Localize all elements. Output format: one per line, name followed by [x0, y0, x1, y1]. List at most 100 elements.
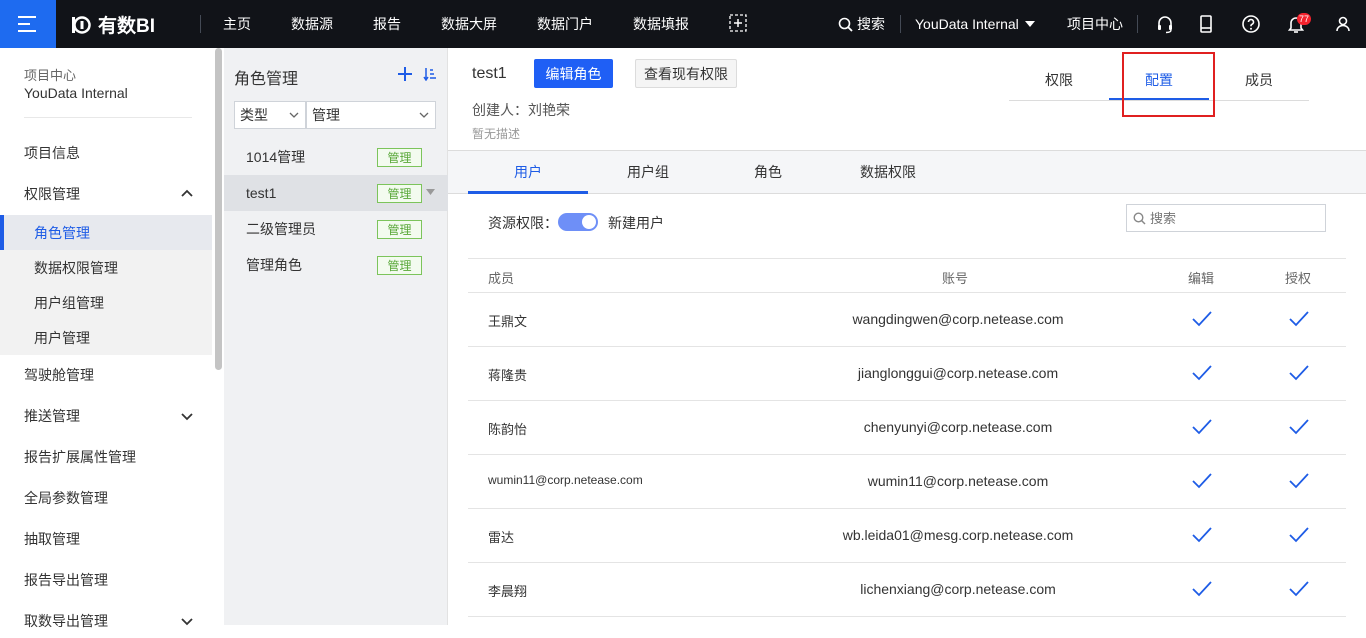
- divider: [200, 15, 201, 33]
- chevron-up-icon: [181, 189, 193, 197]
- nav-report[interactable]: 报告: [373, 0, 401, 48]
- project-switcher[interactable]: YouData Internal: [915, 0, 1035, 48]
- subtab-data-permission[interactable]: 数据权限: [828, 151, 948, 193]
- nav-portal[interactable]: 数据门户: [537, 0, 593, 48]
- edit-check-icon[interactable]: [1191, 364, 1213, 382]
- new-user-toggle[interactable]: [558, 213, 598, 231]
- sidebar-item-role-management[interactable]: 角色管理: [0, 215, 212, 250]
- app-logo[interactable]: 有数BI: [70, 11, 155, 38]
- creator-text: 创建人：刘艳荣: [472, 102, 570, 118]
- role-name: 1014管理: [246, 149, 306, 165]
- member-search-field[interactable]: [1126, 204, 1326, 232]
- role-list-item[interactable]: test1 管理: [224, 175, 448, 211]
- sidebar-item-report-export[interactable]: 报告导出管理: [0, 562, 212, 597]
- chevron-down-icon: [181, 618, 193, 626]
- grant-check-icon[interactable]: [1288, 364, 1310, 382]
- nav-big-screen[interactable]: 数据大屏: [441, 0, 497, 48]
- caret-down-icon: [1024, 21, 1035, 27]
- sidebar-item-usergroup[interactable]: 用户组管理: [0, 285, 212, 320]
- sidebar-item-permission[interactable]: 权限管理: [0, 176, 212, 211]
- sidebar-item-data-export[interactable]: 取数导出管理: [0, 603, 212, 638]
- subtab-roles[interactable]: 角色: [708, 151, 828, 193]
- role-name: 管理角色: [246, 257, 302, 273]
- subtab-users[interactable]: 用户: [468, 151, 588, 193]
- sidebar-project-name: YouData Internal: [24, 85, 128, 101]
- sidebar-item-extract[interactable]: 抽取管理: [0, 521, 212, 556]
- grant-check-icon[interactable]: [1288, 526, 1310, 544]
- role-panel-title: 角色管理: [234, 71, 299, 88]
- member-search-input[interactable]: [1150, 210, 1310, 226]
- edit-check-icon[interactable]: [1191, 310, 1213, 328]
- grant-check-icon[interactable]: [1288, 310, 1310, 328]
- sidebar: 项目中心 YouData Internal 项目信息 权限管理 角色管理 数据权…: [0, 48, 224, 629]
- edit-role-button[interactable]: 编辑角色: [534, 59, 613, 88]
- sidebar-item-cockpit[interactable]: 驾驶舱管理: [0, 357, 212, 392]
- role-list-item[interactable]: 二级管理员 管理: [224, 211, 448, 247]
- edit-check-icon[interactable]: [1191, 580, 1213, 598]
- sidebar-item-label: 权限管理: [24, 185, 80, 202]
- sidebar-item-push[interactable]: 推送管理: [0, 398, 212, 433]
- notification-badge: 77: [1297, 13, 1312, 25]
- sidebar-item-project-info[interactable]: 项目信息: [0, 135, 212, 170]
- bookmark-icon[interactable]: [1196, 14, 1216, 34]
- table-row: 李晨翔 lichenxiang@corp.netease.com: [468, 563, 1346, 617]
- sidebar-item-user[interactable]: 用户管理: [0, 320, 212, 355]
- table-row: 雷达 wb.leida01@mesg.corp.netease.com: [468, 509, 1346, 563]
- role-type-tag: 管理: [377, 183, 422, 203]
- nav-home[interactable]: 主页: [223, 0, 251, 48]
- caret-down-icon[interactable]: [426, 189, 435, 195]
- value-filter-select[interactable]: 管理: [306, 101, 436, 129]
- member-name: wumin11@corp.netease.com: [488, 473, 643, 487]
- grant-check-icon[interactable]: [1288, 418, 1310, 436]
- edit-check-icon[interactable]: [1191, 526, 1213, 544]
- sidebar-scrollbar[interactable]: [215, 48, 222, 370]
- sub-tab-bar: 用户 用户组 角色 数据权限: [448, 150, 1366, 194]
- project-name: YouData Internal: [915, 16, 1019, 32]
- logo-icon: [72, 15, 91, 34]
- highlight-box: [1122, 52, 1215, 117]
- logo-text: 有数BI: [98, 16, 156, 37]
- sort-icon[interactable]: [423, 67, 437, 81]
- table-row: 陈韵怡 chenyunyi@corp.netease.com: [468, 401, 1346, 455]
- sidebar-item-global-params[interactable]: 全局参数管理: [0, 480, 212, 515]
- main-content: test1 编辑角色 查看现有权限 创建人：刘艳荣 暂无描述 权限 配置 成员 …: [448, 48, 1366, 625]
- search-icon: [1133, 211, 1146, 225]
- headset-icon[interactable]: [1155, 14, 1175, 34]
- project-center-link[interactable]: 项目中心: [1067, 0, 1123, 48]
- edit-check-icon[interactable]: [1191, 472, 1213, 490]
- sidebar-item-label: 推送管理: [24, 407, 80, 424]
- menu-toggle-button[interactable]: [0, 0, 56, 48]
- table-row: wumin11@corp.netease.com wumin11@corp.ne…: [468, 455, 1346, 509]
- member-account: chenyunyi@corp.netease.com: [863, 419, 1053, 435]
- subtab-usergroups[interactable]: 用户组: [588, 151, 708, 193]
- search-button[interactable]: 搜索: [838, 0, 885, 48]
- member-name: 李晨翔: [488, 584, 528, 599]
- grant-check-icon[interactable]: [1288, 472, 1310, 490]
- user-icon[interactable]: [1333, 14, 1353, 34]
- help-icon[interactable]: [1241, 14, 1261, 34]
- member-name: 蒋隆贵: [488, 368, 528, 383]
- tab-members[interactable]: 成员: [1209, 70, 1309, 100]
- add-role-icon[interactable]: [398, 67, 412, 81]
- role-list-item[interactable]: 管理角色 管理: [224, 247, 448, 283]
- edit-check-icon[interactable]: [1191, 418, 1213, 436]
- top-bar: 有数BI 主页 数据源 报告 数据大屏 数据门户 数据填报 搜索 YouData…: [0, 0, 1366, 48]
- add-icon[interactable]: [729, 14, 749, 34]
- tab-permission[interactable]: 权限: [1009, 70, 1109, 100]
- divider: [24, 117, 192, 118]
- subtab-active-indicator: [468, 191, 588, 194]
- chevron-down-icon: [181, 413, 193, 421]
- role-type-tag: 管理: [377, 219, 422, 239]
- role-list-item[interactable]: 1014管理 管理: [224, 139, 448, 175]
- chevron-down-icon: [289, 112, 299, 118]
- search-label: 搜索: [857, 16, 885, 32]
- sidebar-item-data-permission[interactable]: 数据权限管理: [0, 250, 212, 285]
- type-filter-select[interactable]: 类型: [234, 101, 306, 129]
- nav-data-fill[interactable]: 数据填报: [633, 0, 689, 48]
- nav-datasource[interactable]: 数据源: [291, 0, 333, 48]
- sidebar-item-report-ext[interactable]: 报告扩展属性管理: [0, 439, 212, 474]
- grant-check-icon[interactable]: [1288, 580, 1310, 598]
- view-permissions-button[interactable]: 查看现有权限: [635, 59, 737, 88]
- member-account: lichenxiang@corp.netease.com: [860, 581, 1056, 597]
- column-header-edit: 编辑: [1188, 271, 1215, 286]
